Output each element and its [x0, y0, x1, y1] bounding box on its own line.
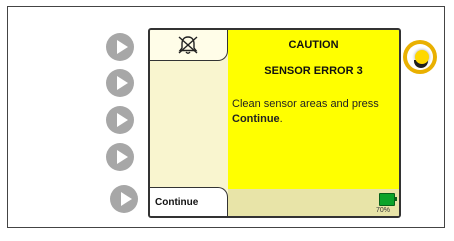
- alert-message-text: Clean sensor areas and press: [232, 98, 379, 110]
- device-display: CAUTION SENSOR ERROR 3 Clean sensor area…: [148, 28, 401, 218]
- alarm-silenced-bell-icon: [178, 36, 198, 54]
- continue-label: Continue: [155, 197, 199, 208]
- alert-message-bold: Continue: [232, 113, 280, 125]
- softkey-continue-button[interactable]: [110, 185, 138, 213]
- battery-percent: 70%: [376, 207, 391, 214]
- alert-indicator-light-icon: [403, 40, 437, 74]
- status-bar: [228, 189, 399, 216]
- softkey-3-button[interactable]: [106, 106, 134, 134]
- indicator-lamp: [415, 50, 429, 64]
- softkey-1-button[interactable]: [106, 33, 134, 61]
- alert-title: CAUTION: [288, 39, 339, 51]
- indicator-inner: [407, 44, 433, 70]
- alert-subtitle: SENSOR ERROR 3: [264, 65, 363, 77]
- continue-tab[interactable]: Continue: [150, 187, 228, 216]
- softkey-4-button[interactable]: [106, 143, 134, 171]
- softkey-2-button[interactable]: [106, 69, 134, 97]
- alarm-silence-tab[interactable]: [150, 30, 228, 61]
- battery-icon: [379, 193, 397, 206]
- alert-message: Clean sensor areas and press Continue.: [232, 97, 391, 127]
- alert-message-end: .: [279, 113, 283, 125]
